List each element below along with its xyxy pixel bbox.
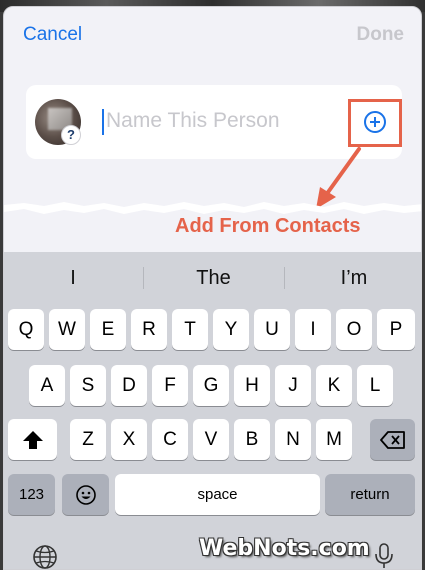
watermark-logo: WebNots.com [199,536,370,561]
key-e[interactable]: E [90,309,126,350]
delete-icon [379,431,405,449]
key-q[interactable]: Q [8,309,44,350]
plus-circle-icon [364,111,386,133]
cancel-button[interactable]: Cancel [23,24,82,46]
unknown-person-badge: ? [61,125,81,145]
key-h[interactable]: H [234,365,270,406]
key-y[interactable]: Y [213,309,249,350]
shift-icon [22,430,43,449]
key-i[interactable]: I [295,309,331,350]
add-from-contacts-callout: Add From Contacts [175,215,361,237]
key-d[interactable]: D [111,365,147,406]
space-key[interactable]: space [115,474,320,515]
emoji-key[interactable] [62,474,109,515]
key-a[interactable]: A [29,365,65,406]
key-w[interactable]: W [49,309,85,350]
key-z[interactable]: Z [70,419,106,460]
key-o[interactable]: O [336,309,372,350]
key-f[interactable]: F [152,365,188,406]
key-p[interactable]: P [377,309,415,350]
name-person-sheet: Cancel Done ? Add From Contacts I The I’… [3,6,422,570]
key-n[interactable]: N [275,419,311,460]
delete-key[interactable] [370,419,415,460]
done-button[interactable]: Done [357,24,405,46]
key-j[interactable]: J [275,365,311,406]
suggestion-3[interactable]: I’m [285,260,421,296]
suggestion-2[interactable]: The [144,260,283,296]
key-u[interactable]: U [254,309,290,350]
emoji-icon [75,485,96,505]
text-cursor [102,109,104,135]
key-c[interactable]: C [152,419,188,460]
suggestion-1[interactable]: I [4,260,142,296]
numbers-key[interactable]: 123 [8,474,55,515]
keyboard: I The I’m Q W E R T Y U I O P A S D F G … [4,252,421,570]
key-l[interactable]: L [357,365,393,406]
key-g[interactable]: G [193,365,229,406]
key-x[interactable]: X [111,419,147,460]
key-b[interactable]: B [234,419,270,460]
key-r[interactable]: R [131,309,167,350]
person-name-input[interactable] [106,105,326,137]
key-s[interactable]: S [70,365,106,406]
return-key[interactable]: return [325,474,415,515]
key-t[interactable]: T [172,309,208,350]
add-from-contacts-button[interactable] [348,99,402,147]
key-v[interactable]: V [193,419,229,460]
globe-icon[interactable] [32,544,58,570]
key-k[interactable]: K [316,365,352,406]
key-m[interactable]: M [316,419,352,460]
microphone-icon[interactable] [374,542,394,570]
shift-key[interactable] [8,419,57,460]
